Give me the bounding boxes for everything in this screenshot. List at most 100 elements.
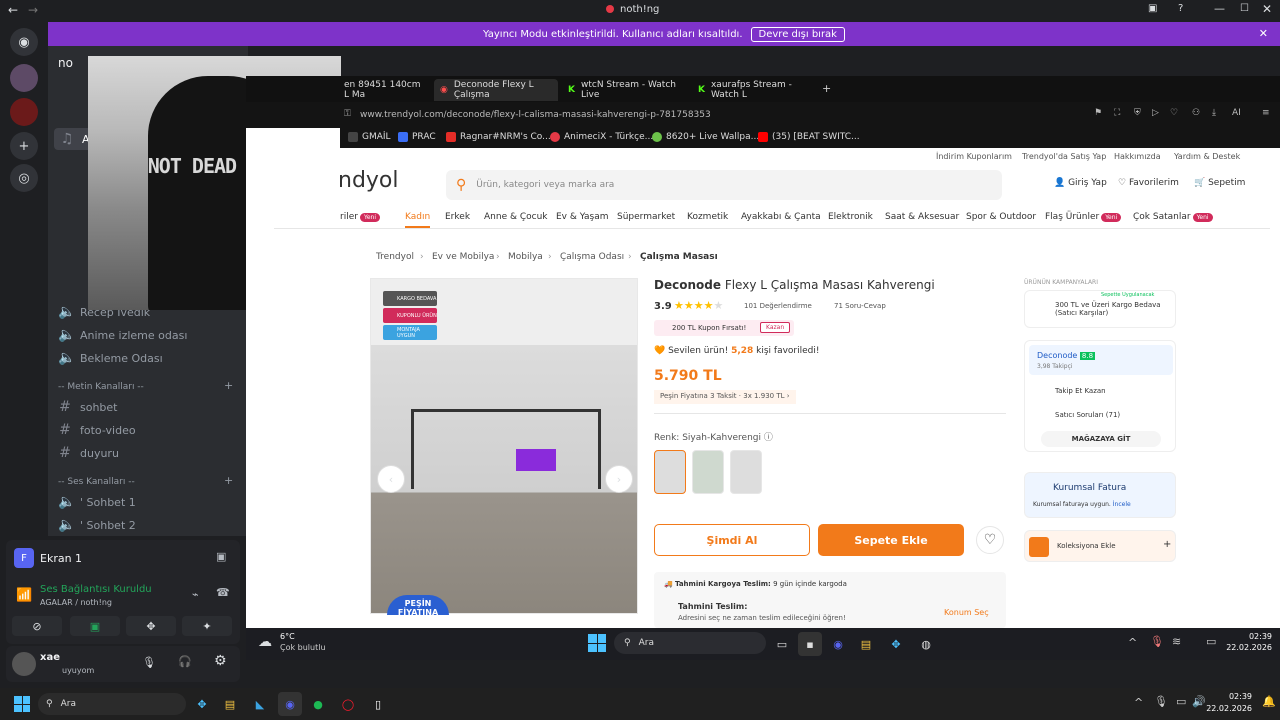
notification-icon[interactable]: 🔔 (1262, 695, 1276, 708)
settings-gear-icon[interactable]: ⚙ (214, 653, 227, 669)
discord-home-icon[interactable]: ◉ (10, 28, 38, 56)
popout-icon[interactable]: ▣ (216, 550, 226, 563)
new-tab-icon[interactable]: + (822, 82, 831, 95)
server-name[interactable]: no (58, 56, 73, 70)
favorite-heart-icon[interactable]: ♡ (976, 526, 1004, 554)
discord-icon[interactable]: ◉ (278, 692, 302, 716)
opera-icon[interactable]: ◯ (336, 692, 360, 716)
browser-tab-active[interactable]: ◉ Deconode Flexy L Çalışma (434, 79, 558, 101)
color-option-thumbnail[interactable] (730, 450, 762, 494)
heart-icon[interactable]: ♡ (1170, 108, 1178, 118)
voice-channel[interactable]: 🔈 Bekleme Odası (58, 350, 163, 366)
download-icon[interactable]: ⤓ (1212, 108, 1216, 118)
category-link[interactable]: Süpermarket (617, 212, 675, 222)
task-view-icon[interactable]: ▭ (770, 632, 794, 656)
server-icon[interactable] (10, 64, 38, 92)
add-channel-icon[interactable]: + (224, 379, 233, 392)
category-link[interactable]: Flaş Ürünler Yeni (1045, 212, 1122, 222)
go-to-store-button[interactable]: MAĞAZAYA GİT (1041, 431, 1161, 447)
breadcrumb-item[interactable]: Trendyol (376, 252, 414, 262)
voice-channel[interactable]: 🔈 ' Sohbet 2 (58, 517, 136, 533)
buy-now-button[interactable]: Şimdi Al (654, 524, 810, 556)
add-to-cart-button[interactable]: Sepete Ekle (818, 524, 964, 556)
review-count[interactable]: 101 Değerlendirme (744, 302, 812, 310)
browser-tab[interactable]: en 89451 140cm L Ma (338, 79, 432, 101)
chevron-right-icon[interactable]: › (605, 465, 633, 493)
bookmark-item[interactable]: 8620+ Live Wallpa... (652, 132, 759, 142)
activity-button[interactable]: ✥ (126, 616, 176, 636)
app-icon[interactable]: ✥ (884, 632, 908, 656)
category-link[interactable]: riler Yeni (340, 212, 380, 222)
browser-tab[interactable]: KwtcN Stream - Watch Live (562, 79, 686, 101)
back-arrow-icon[interactable]: ← (8, 3, 18, 17)
breadcrumb-item[interactable]: Mobilya (508, 252, 543, 262)
play-icon[interactable]: ▷ (1152, 108, 1159, 118)
help-icon[interactable]: ? (1178, 3, 1183, 14)
search-input[interactable]: ⚲ Ürün, kategori veya marka ara (446, 170, 1002, 200)
bookmark-item[interactable]: Ragnar#NRM's Co... (446, 132, 551, 142)
favorites-link[interactable]: ♡ Favorilerim (1118, 178, 1179, 188)
bookmark-item[interactable]: PRAC (398, 132, 436, 142)
top-link[interactable]: Hakkımızda (1114, 152, 1161, 161)
chevron-up-icon[interactable]: ^ (1134, 696, 1143, 709)
color-option-thumbnail[interactable] (654, 450, 686, 494)
avatar[interactable] (12, 652, 36, 676)
coupon-button[interactable]: Kazan (760, 322, 791, 333)
color-option-thumbnail[interactable] (692, 450, 724, 494)
taskbar-search[interactable]: ⚲ Ara (38, 693, 186, 715)
text-channel[interactable]: # duyuru (58, 445, 119, 461)
wifi-icon[interactable]: ≋ (1172, 635, 1181, 648)
close-icon[interactable]: ✕ (1262, 2, 1272, 16)
category-link[interactable]: Kadın (405, 212, 431, 228)
forward-arrow-icon[interactable]: → (28, 3, 38, 17)
shield-icon[interactable]: ⛨ (1134, 108, 1141, 118)
chevron-left-icon[interactable]: ‹ (377, 465, 405, 493)
chevron-up-icon[interactable]: ^ (1128, 636, 1137, 649)
category-link[interactable]: Çok Satanlar Yeni (1133, 212, 1213, 222)
seller-questions-link[interactable]: Satıcı Soruları (71) (1055, 411, 1120, 419)
category-link[interactable]: Ev & Yaşam (556, 212, 609, 222)
menu-icon[interactable]: ≡ (1262, 108, 1270, 118)
url-text[interactable]: www.trendyol.com/deconode/flexy-l-calism… (360, 110, 711, 120)
clock-time[interactable]: 02:39 (1212, 692, 1252, 701)
microphone-icon[interactable]: 🎙 (1150, 635, 1164, 648)
follow-link[interactable]: Takip Et Kazan (1055, 387, 1106, 395)
notepad-icon[interactable]: ▯ (366, 692, 390, 716)
bookmark-item[interactable]: GMAİL (348, 132, 391, 142)
seller-name[interactable]: Deconode 8.8 (1037, 351, 1096, 360)
disable-streamer-button[interactable]: Devre dışı bırak (750, 26, 845, 42)
server-icon[interactable] (10, 98, 38, 126)
headphones-icon[interactable]: 🎧 (178, 655, 192, 668)
microphone-icon[interactable]: 🎙 (1154, 695, 1168, 708)
qa-count[interactable]: 71 Soru-Cevap (834, 302, 886, 310)
close-banner-icon[interactable]: ✕ (1259, 27, 1268, 40)
location-select-button[interactable]: Konum Seç (944, 608, 989, 617)
collection-card[interactable]: Koleksiyona Ekle + (1024, 530, 1176, 562)
top-link[interactable]: Yardım & Destek (1174, 152, 1240, 161)
app-icon[interactable]: ◣ (248, 692, 272, 716)
windows-start-icon[interactable] (588, 634, 606, 652)
discord-icon[interactable]: ◉ (826, 632, 850, 656)
maximize-icon[interactable]: ☐ (1240, 3, 1249, 14)
app-icon[interactable]: ▪ (798, 632, 822, 656)
microphone-icon[interactable]: 🎙 (142, 656, 156, 669)
voice-channel[interactable]: 🔈 Anime izleme odası (58, 327, 187, 343)
category-link[interactable]: Ayakkabı & Çanta (741, 212, 821, 222)
taskbar-search[interactable]: ⚲ Ara (614, 632, 766, 654)
bookmark-icon[interactable]: ⚑ (1094, 108, 1102, 118)
category-link[interactable]: Kozmetik (687, 212, 728, 222)
temperature[interactable]: 6°C (280, 632, 295, 641)
text-category[interactable]: -- Metin Kanalları -- (58, 382, 144, 392)
category-link[interactable]: Elektronik (828, 212, 873, 222)
lock-icon[interactable]: ⚿ (344, 109, 351, 119)
bookmark-item[interactable]: (35) [BEAT SWITC... (758, 132, 860, 142)
windows-start-icon[interactable] (14, 696, 30, 712)
bookmark-item[interactable]: AnimeciX - Türkçe... (550, 132, 653, 142)
login-link[interactable]: 👤 Giriş Yap (1054, 178, 1107, 188)
disconnect-icon[interactable]: ☎ (216, 586, 230, 599)
category-link[interactable]: Saat & Aksesuar (885, 212, 959, 222)
file-explorer-icon[interactable]: ▤ (218, 692, 242, 716)
camera-button[interactable]: ⊘ (12, 616, 62, 636)
clock-time[interactable]: 02:39 (1232, 632, 1272, 641)
minimize-icon[interactable]: — (1214, 2, 1225, 15)
